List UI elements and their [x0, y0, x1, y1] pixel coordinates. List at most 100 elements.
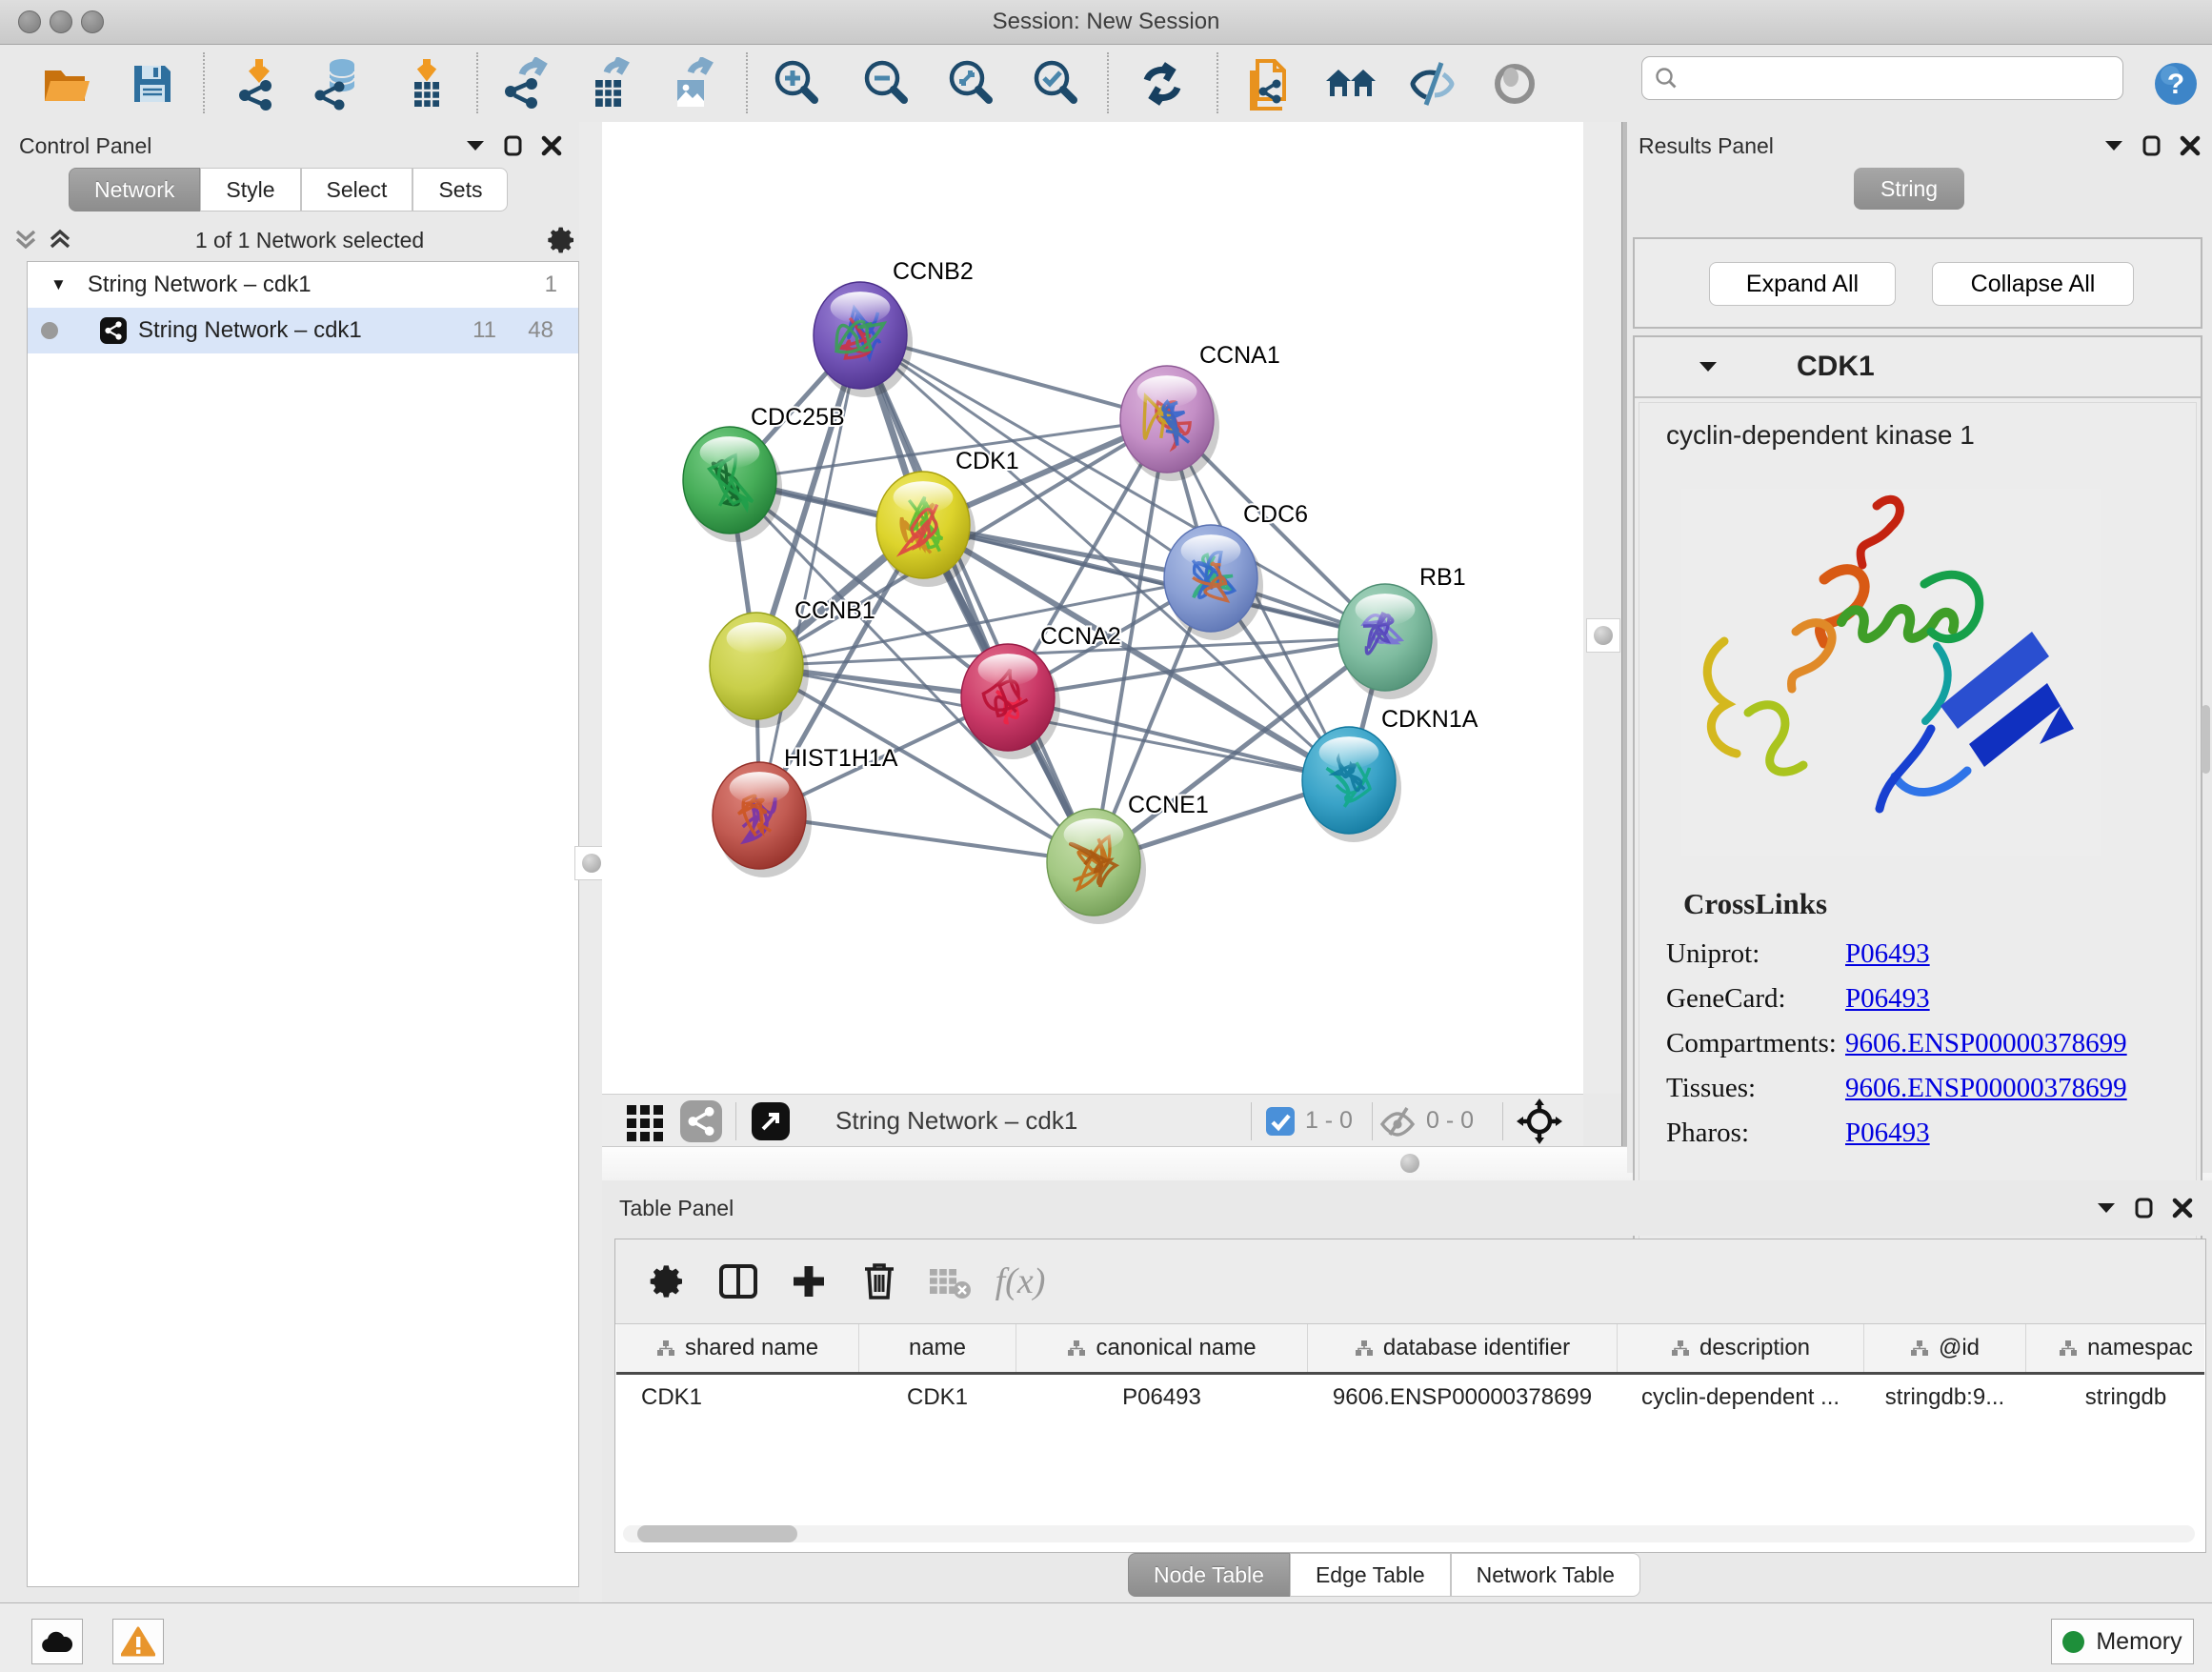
network-node-CDKN1A[interactable]: CDKN1A	[1302, 706, 1478, 842]
export-image-button[interactable]	[662, 54, 721, 113]
panel-float-icon[interactable]	[2134, 1198, 2155, 1219]
network-edge-CCNB2-CCNE1[interactable]	[860, 335, 1094, 862]
graphics-details-button[interactable]	[1403, 54, 1462, 113]
tab-sets[interactable]: Sets	[412, 168, 508, 212]
search-input[interactable]	[1679, 65, 2082, 91]
table-cell[interactable]: stringdb:9...	[1864, 1374, 2026, 1421]
zoom-out-button[interactable]	[856, 54, 915, 113]
crosslink-link[interactable]: P06493	[1845, 1118, 1930, 1149]
expand-all-button[interactable]: Expand All	[1709, 262, 1896, 306]
import-table-file-button[interactable]	[397, 54, 456, 113]
network-view-icon[interactable]	[680, 1100, 722, 1142]
left-splitter[interactable]	[579, 122, 602, 1602]
refresh-network-button[interactable]	[1133, 54, 1192, 113]
table-hscrollbar[interactable]	[623, 1525, 2195, 1542]
table-cell[interactable]: stringdb	[2026, 1374, 2205, 1421]
memory-button[interactable]: Memory	[2051, 1619, 2194, 1664]
right-splitter[interactable]	[1583, 122, 1621, 1094]
delete-column-button[interactable]	[844, 1253, 915, 1310]
panel-menu-icon[interactable]	[2096, 1200, 2117, 1216]
open-session-button[interactable]	[35, 54, 94, 113]
help-button[interactable]: ?	[2146, 54, 2205, 113]
apply-function-button[interactable]: f(x)	[985, 1253, 1056, 1310]
detach-view-icon[interactable]	[750, 1100, 792, 1142]
column-header-namespac[interactable]: namespac	[2026, 1324, 2205, 1374]
first-neighbors-button[interactable]	[1321, 54, 1380, 113]
tab-style[interactable]: Style	[200, 168, 300, 212]
column-header--id[interactable]: @id	[1864, 1324, 2026, 1374]
tab-network[interactable]: Network	[69, 168, 200, 212]
network-node-HIST1H1A[interactable]: HIST1H1A	[713, 745, 898, 877]
network-node-CCNA1[interactable]: CCNA1	[1120, 342, 1280, 481]
create-column-button[interactable]	[774, 1253, 844, 1310]
zoom-in-button[interactable]	[767, 54, 826, 113]
import-network-database-button[interactable]	[309, 54, 368, 113]
panel-menu-icon[interactable]	[2103, 138, 2124, 153]
crosslink-link[interactable]: 9606.ENSP00000378699	[1845, 1028, 2127, 1059]
table-cell[interactable]: P06493	[1016, 1374, 1308, 1421]
column-header-shared-name[interactable]: shared name	[616, 1324, 859, 1374]
tab-network-table[interactable]: Network Table	[1451, 1553, 1640, 1597]
crosslink-link[interactable]: 9606.ENSP00000378699	[1845, 1073, 2127, 1104]
tab-select[interactable]: Select	[301, 168, 413, 212]
cloud-button[interactable]	[31, 1619, 83, 1664]
export-table-button[interactable]	[580, 54, 639, 113]
table-row[interactable]: CDK1CDK1P064939606.ENSP00000378699cyclin…	[616, 1374, 2204, 1421]
tree-expand-arrow-icon[interactable]: ▼	[50, 275, 67, 294]
right-splitter-handle[interactable]	[1586, 618, 1620, 653]
tab-node-table[interactable]: Node Table	[1128, 1553, 1290, 1597]
crosslink-link[interactable]: P06493	[1845, 983, 1930, 1015]
panel-close-icon[interactable]	[541, 135, 562, 156]
expand-all-icon[interactable]	[48, 228, 72, 252]
panel-menu-icon[interactable]	[465, 138, 486, 153]
network-view-toolbar: String Network – cdk1 1 - 0 0 - 0	[602, 1094, 1583, 1147]
network-collection-row[interactable]: ▼ String Network – cdk1 1	[28, 262, 578, 308]
show-columns-button[interactable]	[703, 1253, 774, 1310]
network-row[interactable]: String Network – cdk1 11 48	[28, 308, 578, 353]
selected-checkbox-icon[interactable]	[1265, 1106, 1296, 1137]
table-settings-button[interactable]	[633, 1253, 703, 1310]
column-header-canonical-name[interactable]: canonical name	[1016, 1324, 1308, 1374]
search-field-wrapper	[1641, 56, 2123, 100]
tab-edge-table[interactable]: Edge Table	[1290, 1553, 1451, 1597]
zoom-selected-button[interactable]	[1026, 54, 1085, 113]
table-cell[interactable]: cyclin-dependent ...	[1618, 1374, 1864, 1421]
birdseye-sphere-button[interactable]	[1485, 54, 1544, 113]
zoom-fit-button[interactable]	[941, 54, 1000, 113]
hidden-eye-icon[interactable]	[1378, 1105, 1417, 1138]
panel-close-icon[interactable]	[2180, 135, 2201, 156]
network-node-CCNB2[interactable]: CCNB2	[814, 258, 974, 397]
network-node-RB1[interactable]: RB1	[1338, 564, 1466, 699]
network-canvas[interactable]: CCNB2CCNA1CDC25BCDK1CDC6RB1CCNB1CCNA2CDK…	[602, 122, 1583, 1094]
column-header-database-identifier[interactable]: database identifier	[1308, 1324, 1618, 1374]
network-node-CDK1[interactable]: CDK1	[876, 448, 1019, 587]
import-network-file-button[interactable]	[230, 54, 289, 113]
section-collapse-arrow-icon[interactable]	[1698, 359, 1719, 374]
horizontal-splitter-handle[interactable]	[1400, 1154, 1419, 1173]
table-cell[interactable]: CDK1	[616, 1374, 859, 1421]
table-cell[interactable]: CDK1	[859, 1374, 1016, 1421]
delete-table-button[interactable]	[915, 1253, 985, 1310]
tab-string[interactable]: String	[1854, 168, 1964, 210]
collapse-all-button[interactable]: Collapse All	[1932, 262, 2134, 306]
network-graph[interactable]: CCNB2CCNA1CDC25BCDK1CDC6RB1CCNB1CCNA2CDK…	[602, 122, 1583, 1094]
collapse-all-icon[interactable]	[13, 228, 38, 252]
table-hscrollbar-thumb[interactable]	[637, 1525, 797, 1542]
results-scrollbar-thumb[interactable]	[2202, 705, 2210, 774]
table-cell[interactable]: 9606.ENSP00000378699	[1308, 1374, 1618, 1421]
network-options-gear-icon[interactable]	[547, 225, 577, 255]
grid-view-icon[interactable]	[623, 1099, 667, 1143]
panel-float-icon[interactable]	[503, 135, 524, 156]
birdseye-toggle-icon[interactable]	[1517, 1098, 1562, 1144]
crosslink-label: GeneCard:	[1639, 983, 1845, 1015]
save-session-button[interactable]	[123, 54, 182, 113]
column-header-name[interactable]: name	[859, 1324, 1016, 1374]
column-header-description[interactable]: description	[1618, 1324, 1864, 1374]
panel-float-icon[interactable]	[2142, 135, 2162, 156]
share-document-button[interactable]	[1237, 54, 1297, 113]
crosslink-link[interactable]: P06493	[1845, 938, 1930, 970]
panel-close-icon[interactable]	[2172, 1198, 2193, 1219]
warnings-button[interactable]	[112, 1619, 164, 1664]
gene-section-header[interactable]: CDK1	[1635, 337, 2201, 398]
export-network-button[interactable]	[497, 54, 556, 113]
